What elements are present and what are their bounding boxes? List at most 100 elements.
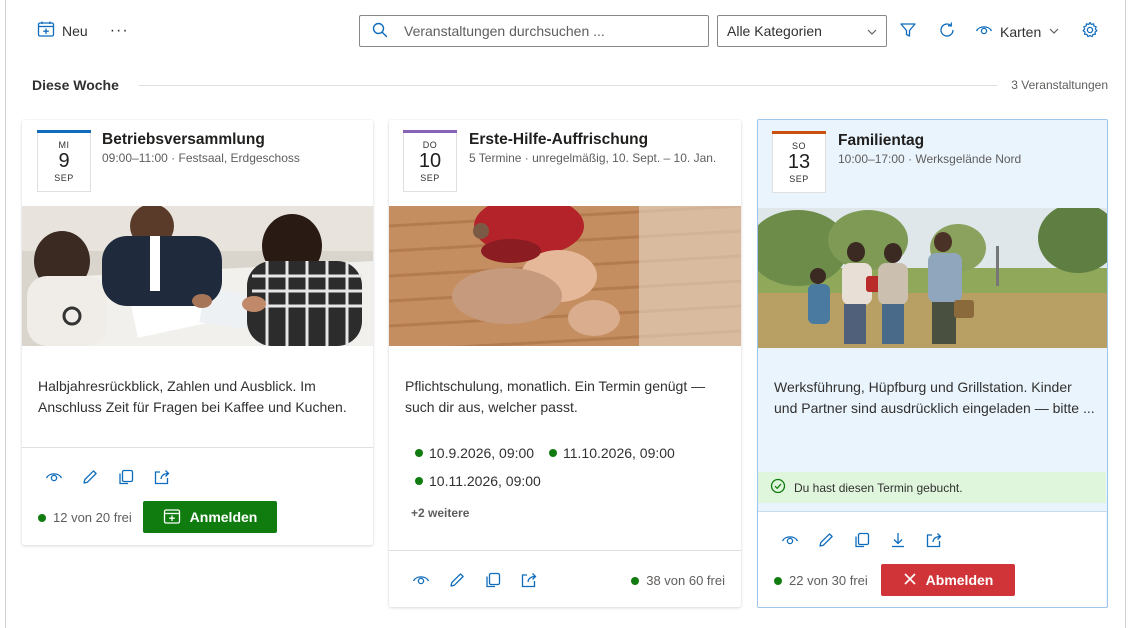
category-select[interactable]: Alle Kategorien bbox=[717, 15, 887, 47]
availability-dot bbox=[774, 576, 782, 585]
seats-label: 22 von 30 frei bbox=[789, 573, 868, 588]
view-mode-toggle[interactable]: Karten bbox=[975, 21, 1060, 42]
edit-pencil-icon[interactable] bbox=[817, 531, 835, 549]
chevron-down-icon bbox=[866, 25, 878, 41]
card-divider bbox=[22, 447, 373, 448]
event-title[interactable]: Familientag bbox=[838, 132, 924, 150]
event-image-family bbox=[758, 208, 1107, 348]
card-divider bbox=[758, 511, 1107, 512]
calendar-add-icon bbox=[37, 20, 55, 41]
seats-available: 12 von 20 frei bbox=[38, 510, 132, 525]
date-accent-bar bbox=[37, 130, 91, 133]
refresh-icon[interactable] bbox=[938, 21, 956, 42]
check-circle-icon bbox=[770, 478, 786, 497]
search-placeholder: Veranstaltungen durchsuchen ... bbox=[404, 23, 605, 39]
event-title[interactable]: Betriebsversammlung bbox=[102, 131, 265, 149]
more-options-button[interactable]: ··· bbox=[110, 22, 129, 40]
toolbar-left: Neu ··· bbox=[37, 20, 129, 41]
close-icon bbox=[903, 572, 917, 589]
share-icon[interactable] bbox=[520, 571, 538, 589]
search-icon bbox=[372, 22, 388, 41]
section-divider bbox=[138, 84, 998, 86]
availability-dot bbox=[415, 449, 423, 457]
edit-pencil-icon[interactable] bbox=[448, 571, 466, 589]
date-weekday: MI bbox=[58, 140, 70, 150]
share-icon[interactable] bbox=[925, 531, 943, 549]
section-header: Diese Woche 3 Veranstaltungen bbox=[32, 75, 1108, 95]
toolbar: Neu ··· Veranstaltungen durchsuchen ... … bbox=[0, 0, 1132, 62]
event-count: 3 Veranstaltungen bbox=[1011, 78, 1108, 92]
event-image-first-aid bbox=[389, 206, 741, 346]
chevron-down-icon bbox=[1048, 24, 1060, 40]
eye-icon[interactable] bbox=[781, 531, 799, 549]
date-weekday: DO bbox=[422, 140, 438, 150]
date-month: SEP bbox=[789, 174, 809, 184]
session-date: 10.9.2026, 09:00 bbox=[429, 445, 535, 461]
copy-icon[interactable] bbox=[853, 531, 871, 549]
unregister-button-label: Abmelden bbox=[925, 572, 994, 588]
eye-icon[interactable] bbox=[45, 468, 63, 486]
date-tile: MI 9 SEP bbox=[37, 130, 91, 192]
availability-dot bbox=[38, 513, 46, 522]
filter-icon[interactable] bbox=[899, 21, 917, 42]
availability-dot bbox=[549, 449, 557, 457]
event-image-meeting bbox=[22, 206, 373, 346]
event-description: Pflichtschulung, monatlich. Ein Termin g… bbox=[405, 378, 706, 415]
edit-pencil-icon[interactable] bbox=[81, 468, 99, 486]
date-weekday: SO bbox=[791, 141, 806, 151]
event-subtitle: 09:00–11:00 · Festsaal, Erdgeschoss bbox=[102, 151, 300, 165]
card-actions bbox=[781, 531, 943, 549]
copy-icon[interactable] bbox=[117, 468, 135, 486]
date-tile: SO 13 SEP bbox=[772, 131, 826, 193]
event-title[interactable]: Erste-Hilfe-Auffrischung bbox=[469, 131, 648, 149]
event-card-booked[interactable]: SO 13 SEP Familientag 10:00–17:00 · Werk… bbox=[757, 119, 1108, 608]
event-card[interactable]: DO 10 SEP Erste-Hilfe-Auffrischung 5 Ter… bbox=[389, 120, 741, 607]
download-icon[interactable] bbox=[889, 531, 907, 549]
date-tile: DO 10 SEP bbox=[403, 130, 457, 192]
card-actions bbox=[45, 468, 171, 486]
section-title: Diese Woche bbox=[32, 77, 119, 93]
register-button-label: Anmelden bbox=[189, 509, 258, 525]
event-subtitle: 10:00–17:00 · Werksgelände Nord bbox=[838, 152, 1022, 166]
search-input[interactable]: Veranstaltungen durchsuchen ... bbox=[359, 15, 709, 47]
seats-available: 38 von 60 frei bbox=[631, 573, 725, 588]
seats-available: 22 von 30 frei bbox=[774, 573, 868, 588]
session-date: 10.11.2026, 09:00 bbox=[429, 473, 541, 489]
eye-icon bbox=[975, 21, 993, 42]
session-option[interactable]: 11.10.2026, 09:00 bbox=[549, 445, 675, 461]
copy-icon[interactable] bbox=[484, 571, 502, 589]
view-mode-label: Karten bbox=[1000, 23, 1042, 40]
card-divider bbox=[389, 550, 741, 551]
date-day: 13 bbox=[787, 151, 811, 173]
unregister-button[interactable]: Abmelden bbox=[881, 564, 1015, 596]
session-option[interactable]: 10.9.2026, 09:00 bbox=[415, 445, 534, 461]
new-event-label: Neu bbox=[62, 22, 88, 39]
category-select-value: Alle Kategorien bbox=[727, 23, 822, 39]
date-month: SEP bbox=[54, 173, 74, 183]
event-description: Werksführung, Hüpfburg und Grillstation.… bbox=[774, 379, 1095, 416]
availability-dot bbox=[415, 477, 423, 485]
seats-label: 38 von 60 frei bbox=[646, 573, 725, 588]
seats-label: 12 von 20 frei bbox=[53, 510, 132, 525]
card-actions bbox=[412, 571, 538, 589]
calendar-add-icon bbox=[163, 507, 181, 528]
new-event-button[interactable]: Neu bbox=[37, 20, 88, 41]
eye-icon[interactable] bbox=[412, 571, 430, 589]
event-card[interactable]: MI 9 SEP Betriebsversammlung 09:00–11:00… bbox=[22, 120, 373, 545]
date-day: 10 bbox=[418, 150, 442, 172]
date-day: 9 bbox=[58, 150, 70, 172]
event-description: Halbjahresrückblick, Zahlen und Ausblick… bbox=[38, 378, 347, 415]
more-sessions-link[interactable]: +2 weitere bbox=[411, 506, 469, 520]
availability-dot bbox=[631, 576, 640, 585]
date-accent-bar bbox=[403, 130, 457, 133]
date-month: SEP bbox=[420, 173, 440, 183]
session-date: 11.10.2026, 09:00 bbox=[563, 445, 675, 461]
session-option[interactable]: 10.11.2026, 09:00 bbox=[415, 473, 541, 489]
settings-gear-icon[interactable] bbox=[1081, 21, 1099, 42]
booked-message: Du hast diesen Termin gebucht. bbox=[794, 480, 963, 495]
booked-banner: Du hast diesen Termin gebucht. bbox=[758, 472, 1106, 503]
share-icon[interactable] bbox=[153, 468, 171, 486]
event-subtitle: 5 Termine · unregelmäßig, 10. Sept. – 10… bbox=[469, 151, 717, 165]
date-accent-bar bbox=[772, 131, 826, 134]
register-button[interactable]: Anmelden bbox=[143, 501, 277, 533]
